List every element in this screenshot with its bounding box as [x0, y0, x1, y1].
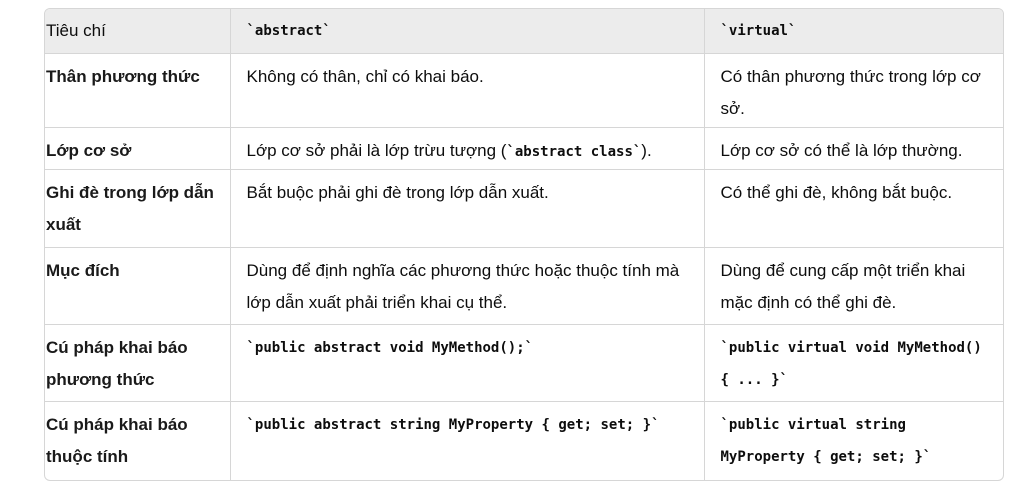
- comparison-table: Tiêu chí `abstract` `virtual` Thân phươn…: [44, 8, 1004, 481]
- row-criterion: Lớp cơ sở: [45, 127, 231, 171]
- abstract-text-pre: Lớp cơ sở phải là lớp trừu tượng (: [246, 141, 507, 161]
- abstract-text-post: ).: [641, 141, 652, 161]
- abstract-inline-code: `abstract class`: [506, 144, 642, 161]
- row-criterion: Ghi đè trong lớp dẫn xuất: [45, 169, 231, 248]
- header-abstract: `abstract`: [230, 9, 705, 54]
- table-row: Lớp cơ sở Lớp cơ sở phải là lớp trừu tượ…: [45, 127, 1003, 171]
- table-row: Cú pháp khai báo thuộc tính `public abst…: [45, 401, 1003, 480]
- table-header-row: Tiêu chí `abstract` `virtual`: [45, 9, 1003, 54]
- row-abstract-cell: Lớp cơ sở phải là lớp trừu tượng (`abstr…: [230, 127, 705, 171]
- row-virtual-code-cell: `public virtual void MyMethod() { ... }`: [704, 324, 1003, 403]
- row-criterion: Cú pháp khai báo thuộc tính: [45, 401, 231, 480]
- row-virtual-cell: Dùng để cung cấp một triển khai mặc định…: [704, 247, 1003, 325]
- row-criterion: Mục đích: [45, 247, 231, 325]
- row-abstract-cell: Không có thân, chỉ có khai báo.: [230, 53, 705, 129]
- row-abstract-cell: Dùng để định nghĩa các phương thức hoặc …: [230, 247, 705, 325]
- header-criteria: Tiêu chí: [45, 9, 231, 54]
- row-virtual-code-cell: `public virtual string MyProperty { get;…: [720, 417, 932, 466]
- row-virtual-cell: Có thân phương thức trong lớp cơ sở.: [704, 53, 1003, 129]
- row-virtual-cell: Có thể ghi đè, không bắt buộc.: [704, 169, 1003, 248]
- table-row: Thân phương thức Không có thân, chỉ có k…: [45, 53, 1003, 129]
- row-abstract-code-cell: `public abstract string MyProperty { get…: [230, 401, 705, 480]
- table-row: Mục đích Dùng để định nghĩa các phương t…: [45, 247, 1003, 325]
- row-virtual-cell: Lớp cơ sở có thể là lớp thường.: [704, 127, 1003, 171]
- table-row: Ghi đè trong lớp dẫn xuất Bắt buộc phải …: [45, 169, 1003, 248]
- row-abstract-cell: Bắt buộc phải ghi đè trong lớp dẫn xuất.: [230, 169, 705, 248]
- row-abstract-code-cell: `public abstract void MyMethod();`: [230, 324, 705, 403]
- comparison-table-grid: Tiêu chí `abstract` `virtual` Thân phươn…: [45, 9, 1003, 480]
- header-virtual: `virtual`: [704, 9, 1003, 54]
- row-criterion: Cú pháp khai báo phương thức: [45, 324, 231, 403]
- row-criterion: Thân phương thức: [45, 53, 231, 129]
- table-row: Cú pháp khai báo phương thức `public abs…: [45, 324, 1003, 403]
